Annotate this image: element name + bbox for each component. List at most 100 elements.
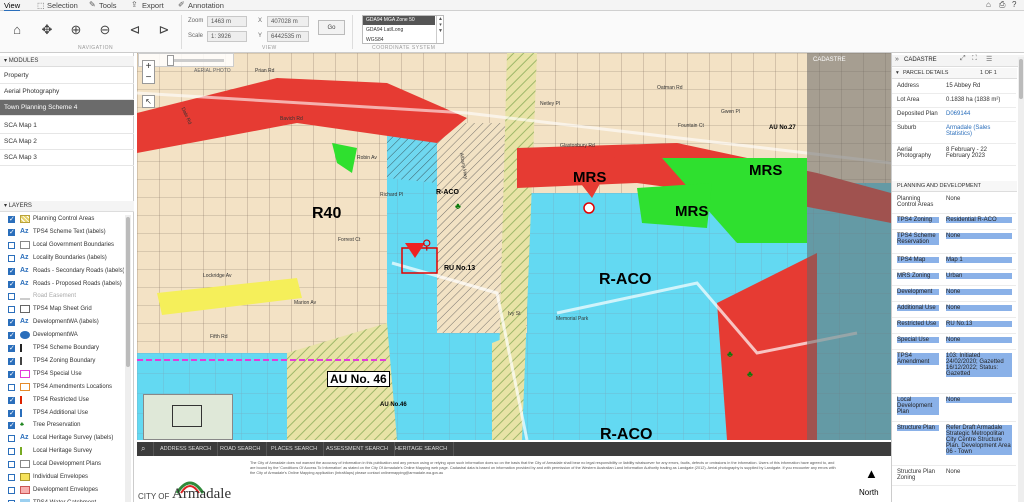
layer-checkbox[interactable] (8, 356, 15, 369)
planning-map[interactable] (137, 53, 891, 440)
layer-checkbox[interactable] (8, 214, 15, 227)
layer-checkbox[interactable] (8, 227, 15, 240)
scrollbar-thumb[interactable] (126, 217, 130, 367)
module-sca-map-2[interactable]: SCA Map 2 (0, 134, 134, 150)
layer-item[interactable]: Local Development Plans (0, 458, 124, 471)
module-property[interactable]: Property (0, 68, 134, 84)
y-coordinate-input[interactable]: 6442535 m (267, 31, 309, 42)
layer-checkbox[interactable] (8, 306, 15, 314)
zoom-input[interactable]: 1463 m (207, 16, 247, 27)
slider-handle[interactable] (167, 55, 174, 66)
layer-checkbox[interactable] (8, 266, 15, 278)
overview-extent-box[interactable] (172, 405, 202, 427)
layer-item[interactable]: TPS4 Zoning Boundary (0, 355, 124, 369)
layer-checkbox[interactable] (8, 254, 15, 262)
layer-item[interactable]: Az Locality Boundaries (labels) (0, 252, 124, 265)
fullscreen-icon[interactable]: ⛶ (972, 55, 977, 63)
road-search-tab[interactable]: ROAD SEARCH (214, 442, 268, 456)
layer-checkbox[interactable] (8, 383, 15, 391)
layer-item[interactable]: Az Roads - Secondary Roads (labels) (0, 265, 124, 278)
modules-header[interactable]: ▾ MODULES (0, 56, 134, 67)
record-pager[interactable]: 1 OF 1 (980, 70, 997, 76)
layer-checkbox[interactable] (8, 435, 15, 443)
layer-checkbox[interactable] (8, 330, 15, 343)
layer-item[interactable]: TPS4 Scheme Boundary (0, 342, 124, 356)
layer-item[interactable]: Local Government Boundaries (0, 239, 124, 252)
layer-item[interactable]: Individual Envelopes (0, 471, 124, 484)
layer-item[interactable]: DevelopmentWA (0, 329, 124, 343)
home-small-icon[interactable]: ⌂ (986, 0, 991, 9)
tab-export[interactable]: Export (142, 1, 164, 10)
layer-checkbox[interactable] (8, 279, 15, 291)
assessment-search-tab[interactable]: ASSESSMENT SEARCH (320, 442, 395, 456)
address-search-tab[interactable]: ADDRESS SEARCH (154, 442, 219, 456)
field-value[interactable]: D069144 (946, 111, 1012, 117)
module-sca-map-1[interactable]: SCA Map 1 (0, 118, 134, 134)
tab-annotation[interactable]: Annotation (188, 1, 224, 10)
layer-item[interactable]: Az DevelopmentWA (labels) (0, 316, 124, 330)
layer-item[interactable]: TPS4 Amendments Locations (0, 381, 124, 394)
places-search-tab[interactable]: PLACES SEARCH (265, 442, 325, 456)
help-icon[interactable]: ? (1012, 0, 1016, 9)
scrollbar-thumb[interactable] (1019, 59, 1023, 99)
layer-checkbox[interactable] (8, 474, 15, 481)
layer-item[interactable]: TPS4 Restricted Use (0, 394, 124, 407)
zoom-in-icon[interactable]: ⊕ (67, 21, 85, 39)
coord-option[interactable]: GDA94 Lat/Long (363, 26, 435, 35)
module-sca-map-3[interactable]: SCA Map 3 (0, 150, 134, 166)
module-town-planning-scheme[interactable]: Town Planning Scheme 4 (0, 100, 134, 116)
layer-checkbox[interactable] (8, 293, 15, 301)
layer-checkbox[interactable] (8, 317, 15, 330)
layer-item[interactable]: Road Easement (0, 290, 124, 303)
module-aerial-photography[interactable]: Aerial Photography (0, 84, 134, 100)
slider-track[interactable] (169, 59, 224, 62)
location-pin-icon[interactable]: ⚲ (422, 237, 432, 253)
heritage-search-tab[interactable]: HERITAGE SEARCH (389, 442, 455, 456)
layer-checkbox[interactable] (8, 369, 15, 382)
collapse-panel-icon[interactable]: » (895, 56, 899, 63)
search-icon[interactable]: ⌕ (137, 442, 154, 456)
layer-item[interactable]: Az TPS4 Scheme Text (labels) (0, 226, 124, 240)
map-canvas[interactable]: AERIAL PHOTO + − ↖ CADASTRE R40 MRS MRS … (137, 53, 891, 440)
layer-checkbox[interactable] (8, 241, 15, 249)
expand-icon[interactable]: ⤢ (960, 55, 966, 63)
layer-checkbox[interactable] (8, 486, 15, 494)
layers-header[interactable]: ▾ LAYERS (0, 201, 134, 212)
forward-icon[interactable]: ⊳ (155, 21, 173, 39)
parcel-details-header[interactable]: ▾ PARCEL DETAILS 1 OF 1 (892, 68, 1017, 79)
coord-option[interactable]: WGS84 (363, 36, 435, 45)
tab-selection[interactable]: Selection (47, 1, 78, 10)
layer-item[interactable]: Development Envelopes (0, 484, 124, 497)
scale-input[interactable]: 1: 3926 (207, 31, 247, 42)
list-icon[interactable]: ☰ (986, 55, 992, 63)
layer-item[interactable]: TPS4 Special Use (0, 368, 124, 382)
pointer-tool-icon[interactable]: ↖ (142, 95, 155, 108)
layer-item[interactable]: TPS4 Water Catchment (0, 497, 124, 502)
list-scroll-arrows[interactable]: ▲ ▾ ▼ (436, 16, 444, 43)
zoom-out-icon[interactable]: ⊖ (96, 21, 114, 39)
layer-item[interactable]: Az Roads - Proposed Roads (labels) (0, 278, 124, 291)
layer-checkbox[interactable] (8, 448, 15, 456)
overview-map[interactable] (143, 394, 233, 440)
coord-option[interactable]: GDA94 MGA Zone 50 (363, 16, 435, 25)
field-value[interactable]: Armadale (Sales Statistics) (946, 125, 1012, 137)
pan-icon[interactable]: ✥ (38, 21, 56, 39)
zoom-minus-button[interactable]: − (143, 72, 154, 83)
zoom-control[interactable]: + − (142, 60, 155, 84)
layer-item[interactable]: Planning Control Areas (0, 213, 124, 227)
x-coordinate-input[interactable]: 407028 m (267, 16, 309, 27)
coordinate-system-list[interactable]: GDA94 MGA Zone 50 GDA94 Lat/Long WGS84 ▲… (362, 15, 444, 44)
layer-checkbox[interactable] (8, 395, 15, 407)
layer-checkbox[interactable] (8, 343, 15, 356)
tab-tools[interactable]: Tools (99, 1, 117, 10)
layer-item[interactable]: Az Local Heritage Survey (labels) (0, 432, 124, 445)
layer-item[interactable]: TPS4 Map Sheet Grid (0, 303, 124, 316)
layer-checkbox[interactable] (8, 461, 15, 469)
panel-scrollbar[interactable] (1018, 57, 1024, 502)
print-icon[interactable]: ⎙ (999, 0, 1005, 10)
layers-scrollbar[interactable] (125, 215, 131, 502)
layer-checkbox[interactable] (8, 408, 15, 420)
back-icon[interactable]: ⊲ (126, 21, 144, 39)
layer-item[interactable]: TPS4 Additional Use (0, 407, 124, 420)
zoom-plus-button[interactable]: + (143, 61, 154, 72)
